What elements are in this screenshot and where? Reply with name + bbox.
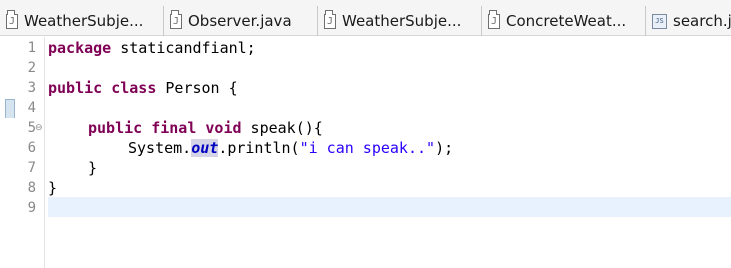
line-number: 4	[27, 100, 36, 116]
code-line-7: }	[88, 158, 97, 178]
line-number: 9	[27, 200, 36, 216]
java-file-icon: J	[6, 9, 18, 29]
line-number-gutter: 1 2 3 4 5 6 7 8 9	[15, 37, 45, 268]
line-number: 3	[27, 80, 36, 96]
keyword: package	[48, 39, 112, 57]
code-line-3: public class Person {	[48, 78, 238, 98]
code-line-6: System.out.println("i can speak..");	[128, 138, 453, 158]
code-editor[interactable]: 1 2 3 4 5 6 7 8 9 ⊖ package staticandfia…	[0, 37, 731, 268]
java-file-icon: J	[488, 9, 500, 29]
tab-label: WeatherSubje...	[24, 12, 144, 30]
keyword: void	[205, 119, 242, 137]
line-number: 1	[27, 40, 36, 56]
tab-weathersubject-2[interactable]: J WeatherSubje...	[318, 6, 482, 36]
static-field: out	[191, 139, 219, 157]
code-text: speak(){	[241, 119, 323, 137]
keyword: class	[111, 79, 157, 97]
tab-observer[interactable]: J Observer.java	[164, 6, 318, 36]
string-literal: "i can speak.."	[299, 139, 436, 157]
java-file-icon: J	[324, 9, 336, 29]
code-line-8: }	[48, 178, 57, 198]
editor-tab-bar: J WeatherSubje... J Observer.java J Weat…	[0, 0, 731, 36]
keyword: public	[48, 79, 103, 97]
tab-label: WeatherSubje...	[342, 12, 462, 30]
line-number: 7	[27, 160, 36, 176]
change-marker	[5, 118, 15, 178]
code-text: staticandfianl;	[111, 39, 256, 57]
js-file-icon: JS	[652, 13, 667, 29]
keyword: public	[88, 119, 143, 137]
java-file-icon: J	[170, 9, 182, 29]
fold-collapse-icon[interactable]: ⊖	[35, 118, 43, 138]
code-text: .println(	[218, 139, 300, 157]
code-area[interactable]: package staticandfianl; public class Per…	[48, 37, 731, 268]
tab-label: Observer.java	[188, 12, 292, 30]
line-number: 6	[27, 140, 36, 156]
code-text: );	[435, 139, 454, 157]
tab-label: search.js	[673, 12, 731, 30]
tab-search-js[interactable]: JS search.js	[646, 6, 731, 36]
keyword: final	[151, 119, 197, 137]
line-number: 2	[27, 60, 36, 76]
line-marker	[5, 99, 15, 119]
line-number: 8	[27, 180, 36, 196]
code-line-5: public final void speak(){	[88, 118, 323, 138]
tab-label: ConcreteWeat...	[506, 12, 627, 30]
code-line-1: package staticandfianl;	[48, 38, 256, 58]
code-text: }	[48, 179, 58, 197]
tab-weathersubject-1[interactable]: J WeatherSubje...	[0, 6, 164, 36]
code-text: }	[88, 159, 98, 177]
code-text: System.	[128, 139, 192, 157]
tab-concreteweather[interactable]: J ConcreteWeat...	[482, 6, 646, 36]
code-text: Person {	[156, 79, 238, 97]
